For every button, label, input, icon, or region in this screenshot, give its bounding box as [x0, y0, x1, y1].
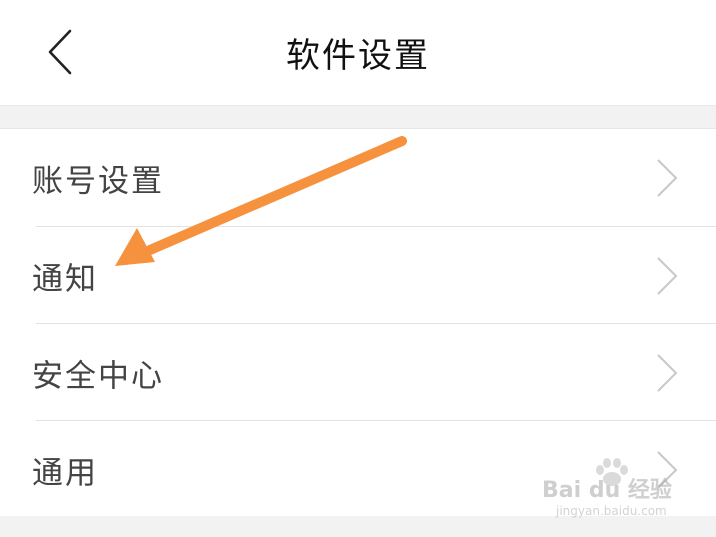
- settings-item-label: 安全中心: [32, 358, 164, 394]
- watermark-text: Bai du 经验: [542, 478, 672, 503]
- navigation-header: 软件设置: [0, 0, 716, 106]
- section-gap: [0, 106, 716, 128]
- settings-item-label: 通知: [32, 261, 98, 297]
- settings-item-label: 账号设置: [32, 163, 164, 199]
- app-screen: 软件设置 账号设置 通知 安全中心 通用 Bai du 经验 jingyan.b…: [0, 0, 716, 537]
- settings-item-label: 通用: [32, 455, 98, 491]
- page-title: 软件设置: [286, 36, 430, 76]
- settings-item-notifications[interactable]: 通知: [0, 227, 716, 324]
- watermark-url: jingyan.baidu.com: [556, 504, 667, 518]
- chevron-right-icon: [657, 158, 678, 197]
- chevron-right-icon: [657, 256, 678, 295]
- watermark: Bai du 经验 jingyan.baidu.com: [542, 458, 682, 522]
- settings-item-account[interactable]: 账号设置: [0, 129, 716, 226]
- settings-item-security-center[interactable]: 安全中心: [0, 324, 716, 421]
- chevron-right-icon: [657, 353, 678, 392]
